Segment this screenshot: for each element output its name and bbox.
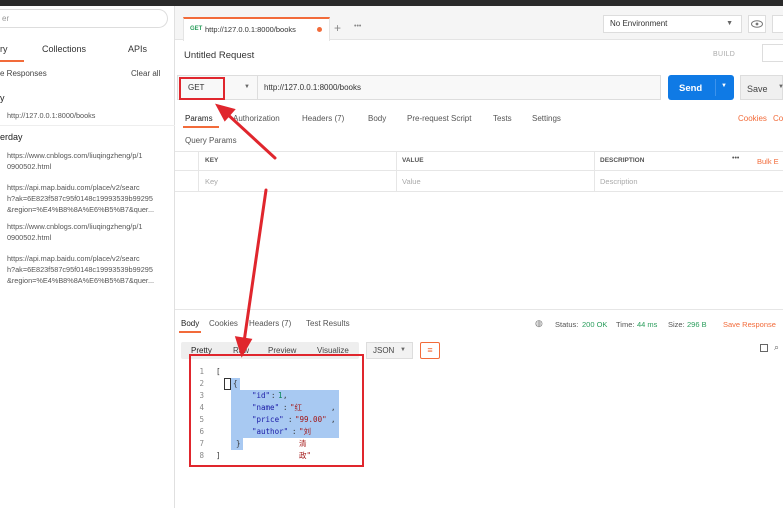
annotation-arrow-line [223, 110, 277, 160]
annotation-arrows [215, 103, 277, 358]
annotation-arrow-line [242, 188, 268, 344]
annotation-arrow-head [234, 336, 253, 358]
